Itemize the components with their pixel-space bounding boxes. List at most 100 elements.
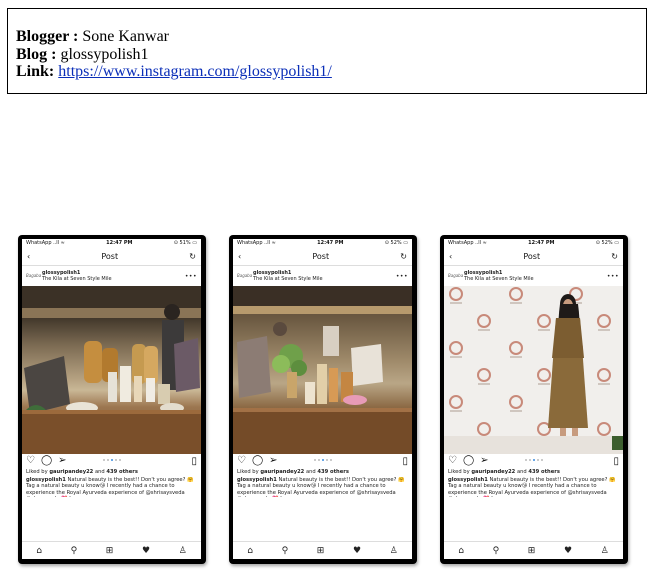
profile-icon[interactable]: ♙ — [601, 546, 609, 556]
post-photo[interactable] — [444, 286, 623, 454]
phone-screenshot: WhatsApp ..ll ≈ 12:47 PM ⊙ 51% ▭ ‹ Post … — [18, 235, 206, 564]
carousel-dot — [536, 459, 539, 461]
search-icon[interactable]: ⚲ — [71, 546, 78, 556]
refresh-icon[interactable]: ↻ — [400, 252, 407, 261]
phone-screenshot: WhatsApp ..ll ≈ 12:47 PM ⊙ 52% ▭ ‹ Post … — [229, 235, 417, 564]
post-location[interactable]: The Kila at Seven Style Mile — [253, 276, 323, 282]
product-display-photo — [233, 286, 412, 454]
post-caption: glossypolish1 Natural beauty is the best… — [233, 477, 412, 497]
carousel-indicator — [102, 459, 121, 461]
liker-username[interactable]: gauripandey22 — [49, 469, 93, 475]
bookmark-icon[interactable]: ▯ — [191, 456, 197, 467]
blog-name: glossypolish1 — [60, 45, 149, 63]
comment-icon[interactable]: ◯ — [463, 456, 474, 466]
others-count[interactable]: 439 others — [106, 469, 138, 475]
bottom-tab-bar: ⌂ ⚲ ⊞ ♥ ♙ — [22, 541, 201, 559]
avatar[interactable]: Bagaba — [448, 273, 463, 279]
send-icon[interactable]: ➢ — [58, 456, 66, 466]
carousel-dot — [114, 459, 117, 461]
liked-by-text: Liked by — [237, 469, 259, 475]
avatar[interactable]: Bagaba — [237, 273, 252, 279]
post-actions: ♡ ◯ ➢ ▯ — [444, 454, 623, 468]
search-icon[interactable]: ⚲ — [282, 546, 289, 556]
carousel-dot — [317, 459, 320, 461]
send-icon[interactable]: ➢ — [480, 456, 488, 466]
home-icon[interactable]: ⌂ — [458, 546, 464, 556]
blogger-info-box: Blogger : Sone Kanwar Blog : glossypolis… — [7, 8, 647, 94]
post-caption: glossypolish1 Natural beauty is the best… — [444, 477, 623, 497]
add-post-icon[interactable]: ⊞ — [106, 546, 114, 556]
more-dots-icon[interactable]: ••• — [185, 273, 197, 280]
liker-username[interactable]: gauripandey22 — [260, 469, 304, 475]
back-chevron-icon[interactable]: ‹ — [27, 252, 30, 261]
heart-filled-icon[interactable]: ♥ — [142, 546, 150, 556]
carousel-indicator — [524, 459, 543, 461]
post-actions: ♡ ◯ ➢ ▯ — [22, 454, 201, 468]
status-bar: WhatsApp ..ll ≈ 12:47 PM ⊙ 52% ▭ — [444, 239, 623, 248]
post-actions: ♡ ◯ ➢ ▯ — [233, 454, 412, 468]
avatar[interactable]: Bagaba — [26, 273, 41, 279]
profile-icon[interactable]: ♙ — [179, 546, 187, 556]
post-nav-bar: ‹ Post ↻ — [22, 248, 201, 266]
product-display-photo — [22, 286, 201, 454]
heart-outline-icon[interactable]: ♡ — [26, 456, 35, 466]
instagram-post-screen: WhatsApp ..ll ≈ 12:47 PM ⊙ 51% ▭ ‹ Post … — [22, 239, 201, 559]
bookmark-icon[interactable]: ▯ — [402, 456, 408, 467]
others-count[interactable]: 439 others — [528, 469, 560, 475]
others-count[interactable]: 439 others — [317, 469, 349, 475]
carousel-dot — [325, 459, 328, 461]
search-icon[interactable]: ⚲ — [493, 546, 500, 556]
nav-title: Post — [523, 252, 541, 261]
profile-icon[interactable]: ♙ — [390, 546, 398, 556]
add-post-icon[interactable]: ⊞ — [317, 546, 325, 556]
likes-line: Liked by gauripandey22 and 439 others — [22, 468, 201, 477]
refresh-icon[interactable]: ↻ — [611, 252, 618, 261]
refresh-icon[interactable]: ↻ — [189, 252, 196, 261]
instagram-post-screen: WhatsApp ..ll ≈ 12:47 PM ⊙ 52% ▭ ‹ Post … — [233, 239, 412, 559]
home-icon[interactable]: ⌂ — [247, 546, 253, 556]
liker-username[interactable]: gauripandey22 — [471, 469, 515, 475]
instagram-link[interactable]: https://www.instagram.com/glossypolish1/ — [58, 63, 332, 80]
backdrop-portrait-photo — [444, 286, 623, 454]
comment-icon[interactable]: ◯ — [41, 456, 52, 466]
carousel-dot-active — [321, 459, 324, 461]
liked-by-text: Liked by — [26, 469, 48, 475]
heart-filled-icon[interactable]: ♥ — [353, 546, 361, 556]
back-chevron-icon[interactable]: ‹ — [238, 252, 241, 261]
heart-outline-icon[interactable]: ♡ — [448, 456, 457, 466]
more-dots-icon[interactable]: ••• — [396, 273, 408, 280]
carrier-status: WhatsApp ..ll ≈ — [237, 240, 276, 246]
back-chevron-icon[interactable]: ‹ — [449, 252, 452, 261]
and-text: and — [305, 469, 316, 475]
post-photo[interactable] — [233, 286, 412, 454]
blog-label: Blog : — [16, 45, 57, 63]
more-dots-icon[interactable]: ••• — [607, 273, 619, 280]
status-time: 12:47 PM — [528, 240, 555, 246]
status-bar: WhatsApp ..ll ≈ 12:47 PM ⊙ 51% ▭ — [22, 239, 201, 248]
nav-title: Post — [101, 252, 119, 261]
battery-status: ⊙ 52% ▭ — [595, 240, 619, 246]
post-location[interactable]: The Kila at Seven Style Mile — [42, 276, 112, 282]
home-icon[interactable]: ⌂ — [36, 546, 42, 556]
send-icon[interactable]: ➢ — [269, 456, 277, 466]
post-header: Bagaba glossypolish1 The Kila at Seven S… — [233, 266, 412, 286]
carrier-status: WhatsApp ..ll ≈ — [26, 240, 65, 246]
status-time: 12:47 PM — [317, 240, 344, 246]
carousel-dot-active — [110, 459, 113, 461]
carousel-dot — [102, 459, 105, 461]
comment-icon[interactable]: ◯ — [252, 456, 263, 466]
carousel-dot — [528, 459, 531, 461]
carousel-dot — [329, 459, 332, 461]
heart-filled-icon[interactable]: ♥ — [564, 546, 572, 556]
liked-by-text: Liked by — [448, 469, 470, 475]
carousel-dot-active — [532, 459, 535, 461]
blogger-label: Blogger : — [16, 28, 79, 45]
bookmark-icon[interactable]: ▯ — [613, 456, 619, 467]
add-post-icon[interactable]: ⊞ — [528, 546, 536, 556]
post-photo[interactable] — [22, 286, 201, 454]
blogger-row: Blogger : Sone Kanwar — [16, 28, 646, 46]
post-location[interactable]: The Kila at Seven Style Mile — [464, 276, 534, 282]
battery-status: ⊙ 52% ▭ — [384, 240, 408, 246]
heart-outline-icon[interactable]: ♡ — [237, 456, 246, 466]
battery-status: ⊙ 51% ▭ — [173, 240, 197, 246]
